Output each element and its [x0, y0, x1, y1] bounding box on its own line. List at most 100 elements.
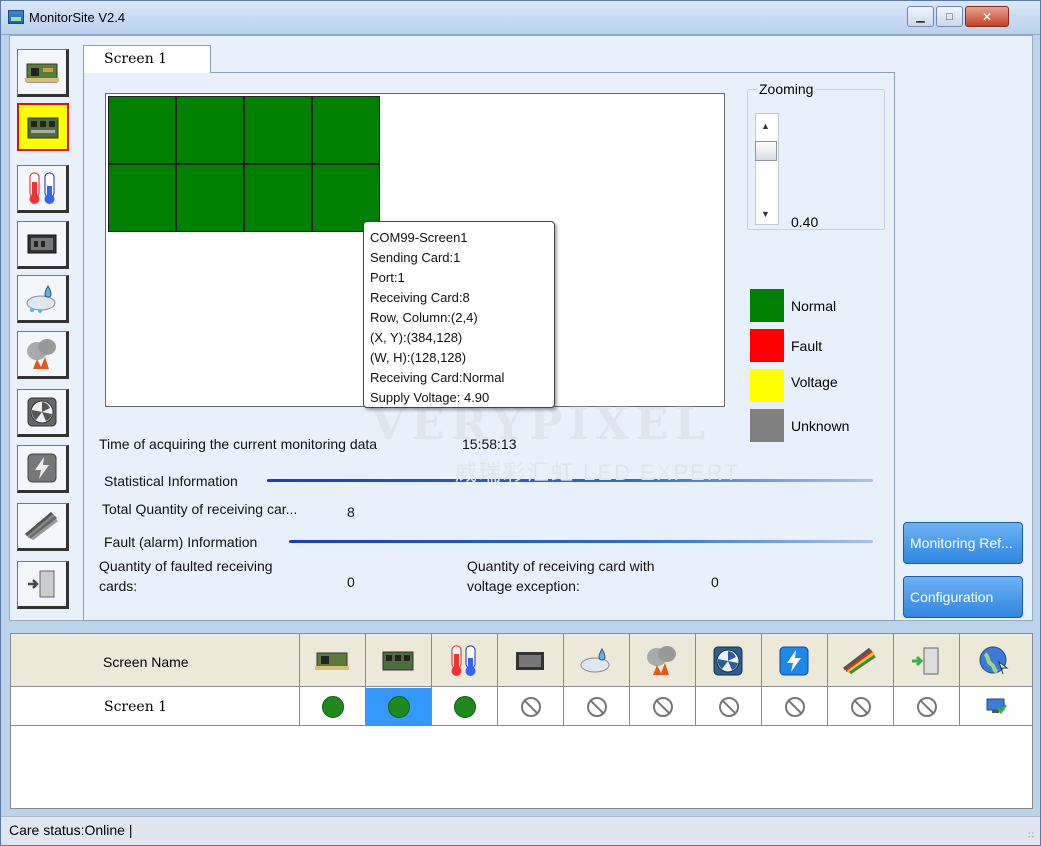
tooltip-line: COM99-Screen1 [370, 230, 468, 245]
status-cell-humidity[interactable] [564, 688, 629, 726]
sidebar-item-humidity[interactable] [17, 275, 69, 323]
zoom-down-arrow-icon[interactable]: ▼ [761, 209, 770, 219]
sidebar-item-temperature[interactable] [17, 165, 69, 213]
sending-card-icon [315, 652, 349, 670]
smoke-icon [647, 646, 676, 675]
minimize-icon: ▁ [916, 11, 925, 23]
tooltip-line: Port:1 [370, 270, 405, 285]
close-button[interactable]: ✕ [965, 6, 1009, 27]
status-cell-power[interactable] [762, 688, 827, 726]
zoom-slider-thumb[interactable] [755, 141, 777, 161]
column-header-module[interactable] [510, 642, 550, 680]
door-icon [28, 570, 55, 598]
close-icon: ✕ [981, 9, 993, 24]
legend-fault-label: Fault [791, 338, 823, 354]
status-cell-door[interactable] [894, 688, 959, 726]
status-disabled-icon [586, 697, 607, 717]
smoke-icon [27, 339, 56, 369]
minimize-button[interactable]: ▁ [907, 6, 934, 27]
tab-screen-1[interactable]: Screen 1 [83, 45, 211, 73]
receiving-card-cell[interactable] [176, 96, 244, 164]
faulted-cards-value: 0 [347, 574, 355, 590]
monitor-online-icon [986, 698, 1007, 715]
column-header-receiving-card[interactable] [378, 642, 418, 680]
screen-name-cell[interactable]: Screen 1 [104, 699, 167, 715]
tooltip-line: (W, H):(128,128) [370, 350, 467, 365]
sidebar [11, 9, 77, 609]
receiving-card-cell[interactable] [108, 96, 176, 164]
receiving-card-icon [382, 651, 414, 671]
receiving-card-icon [27, 117, 59, 139]
cable-icon [25, 511, 58, 541]
column-header-door[interactable] [906, 642, 946, 680]
time-label: Time of acquiring the current monitoring… [99, 436, 378, 452]
receiving-card-cell[interactable] [176, 164, 244, 232]
resize-grip-icon[interactable]: ∷ [1028, 830, 1034, 841]
fault-divider [289, 540, 873, 543]
receiving-card-cell[interactable] [108, 164, 176, 232]
legend-normal-label: Normal [791, 298, 837, 314]
power-icon [779, 646, 809, 676]
maximize-icon: □ [946, 10, 953, 23]
column-header-power[interactable] [774, 642, 814, 680]
fan-icon [27, 397, 57, 427]
sidebar-item-sending-card[interactable] [17, 49, 69, 97]
cable-icon [843, 647, 876, 675]
sidebar-item-power[interactable] [17, 445, 69, 493]
sidebar-item-receiving-card[interactable] [17, 103, 69, 151]
sidebar-item-fan[interactable] [17, 389, 69, 437]
legend-unknown-swatch [750, 409, 784, 442]
status-cell-cable[interactable] [828, 688, 893, 726]
monitoring-refresh-button[interactable]: Monitoring Ref... [903, 522, 1023, 564]
sidebar-item-door[interactable] [17, 561, 69, 609]
zoom-up-arrow-icon[interactable]: ▲ [761, 121, 770, 131]
column-header-temperature[interactable] [444, 642, 484, 680]
column-header-screen-name[interactable]: Screen Name [103, 654, 189, 670]
status-bar: Care status:Online | ∷ [1, 816, 1040, 845]
sidebar-item-module[interactable] [17, 221, 69, 269]
column-header-cable[interactable] [840, 642, 880, 680]
sending-card-icon [25, 63, 59, 83]
status-disabled-icon [718, 697, 739, 717]
receiving-card-cell[interactable] [244, 164, 312, 232]
status-cell-module[interactable] [498, 688, 563, 726]
legend-voltage-swatch [750, 369, 784, 402]
configuration-button[interactable]: Configuration [903, 576, 1023, 618]
humidity-icon [580, 647, 610, 673]
humidity-icon [26, 284, 56, 313]
column-header-fan[interactable] [708, 642, 748, 680]
column-header-network[interactable] [974, 642, 1014, 680]
status-cell-receiving-card[interactable] [366, 688, 431, 726]
status-cell-smoke[interactable] [630, 688, 695, 726]
status-disabled-icon [652, 697, 673, 717]
status-disabled-icon [784, 697, 805, 717]
receiving-card-cell[interactable] [244, 96, 312, 164]
zoom-value: 0.40 [791, 214, 819, 230]
tooltip-line: Row, Column:(2,4) [370, 310, 478, 325]
voltage-exception-label-2: voltage exception: [467, 578, 580, 594]
care-status-text: Care status:Online | [9, 822, 133, 838]
status-cell-sending-card[interactable] [300, 688, 365, 726]
column-header-humidity[interactable] [576, 642, 616, 680]
column-header-smoke[interactable] [642, 642, 682, 680]
legend-fault-swatch [750, 329, 784, 362]
watermark-tagline: 威瑞彩汇虹 LED EXPERT [455, 460, 740, 485]
card-info-tooltip: COM99-Screen1 Sending Card:1 Port:1 Rece… [363, 221, 555, 408]
fan-icon [713, 646, 743, 676]
receiving-card-cell[interactable] [312, 96, 380, 164]
sidebar-item-smoke[interactable] [17, 331, 69, 379]
status-cell-temperature[interactable] [432, 688, 497, 726]
status-cell-fan[interactable] [696, 688, 761, 726]
sidebar-item-cable[interactable] [17, 503, 69, 551]
fault-info-title: Fault (alarm) Information [104, 534, 258, 550]
faulted-cards-label-1: Quantity of faulted receiving [99, 558, 273, 574]
app-window: MonitorSite V2.4 ▁ □ ✕ Screen 1 COM99-Sc… [0, 0, 1041, 846]
maximize-button[interactable]: □ [936, 6, 963, 27]
legend-voltage-label: Voltage [791, 374, 838, 390]
status-ok-icon [453, 696, 476, 718]
voltage-exception-value: 0 [711, 574, 719, 590]
status-cell-network[interactable] [960, 688, 1032, 726]
column-header-sending-card[interactable] [312, 642, 352, 680]
status-ok-icon [387, 696, 410, 718]
door-icon [912, 647, 939, 675]
